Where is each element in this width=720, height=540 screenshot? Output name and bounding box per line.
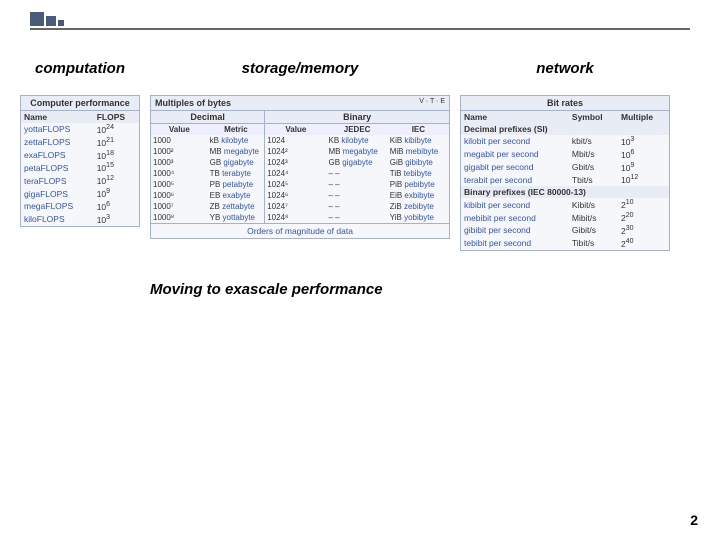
table-row: 1024²MB megabyteMiB mebibyte <box>265 146 449 157</box>
table-row: kibibit per secondKibit/s210 <box>461 198 669 211</box>
table-row: kiloFLOPS103 <box>21 213 139 226</box>
table-row: 1000kB kilobyte <box>151 135 264 146</box>
heading-network: network <box>460 60 670 77</box>
table-row: gigaFLOPS109 <box>21 187 139 200</box>
table-row: mebibit per secondMibit/s220 <box>461 211 669 224</box>
table-row: kilobit per secondkbit/s103 <box>461 135 669 148</box>
decor-squares <box>30 8 64 26</box>
table-row: 1000⁶EB exabyte <box>151 190 264 201</box>
table-row: terabit per secondTbit/s1012 <box>461 173 669 186</box>
table-computer-performance: Computer performance NameFLOPS yottaFLOP… <box>20 95 140 227</box>
rates-title: Bit rates <box>461 96 669 111</box>
col-storage: storage/memory Multiples of bytes V · T … <box>150 60 450 251</box>
table-row: 1000²MB megabyte <box>151 146 264 157</box>
table-row: tebibit per secondTibit/s240 <box>461 237 669 250</box>
slide-header <box>0 0 720 40</box>
table-row: 1024KB kilobyteKiB kibibyte <box>265 135 449 146</box>
table-row: 1024⁴– –TiB tebibyte <box>265 168 449 179</box>
heading-computation: computation <box>20 60 140 77</box>
table-row: megabit per secondMbit/s106 <box>461 148 669 161</box>
table-row: 1024⁷– –ZiB zebibyte <box>265 201 449 212</box>
table-row: 1024³GB gigabyteGiB gibibyte <box>265 157 449 168</box>
table-multiples-of-bytes: Multiples of bytes V · T · E Decimal Val… <box>150 95 450 239</box>
table-row: 1024⁶– –EiB exbibyte <box>265 190 449 201</box>
heading-storage: storage/memory <box>150 60 450 77</box>
col-computation: computation Computer performance NameFLO… <box>20 60 140 251</box>
table-row: 1024⁸– –YiB yobibyte <box>265 212 449 223</box>
rates-dec-head: Decimal prefixes (SI) <box>461 123 669 135</box>
col-network: network Bit rates NameSymbolMultiple Dec… <box>460 60 670 251</box>
table-row: 1000⁴TB terabyte <box>151 168 264 179</box>
table-bit-rates: Bit rates NameSymbolMultiple Decimal pre… <box>460 95 670 251</box>
perf-title: Computer performance <box>21 96 139 111</box>
table-row: exaFLOPS1018 <box>21 149 139 162</box>
bytes-nav: V · T · E <box>419 98 445 108</box>
table-row: 1000⁸YB yottabyte <box>151 212 264 223</box>
table-row: gibibit per secondGibit/s230 <box>461 224 669 237</box>
slide-caption: Moving to exascale performance <box>150 281 720 298</box>
table-row: 1000⁷ZB zettabyte <box>151 201 264 212</box>
table-row: gigabit per secondGbit/s109 <box>461 161 669 174</box>
table-row: megaFLOPS106 <box>21 200 139 213</box>
table-row: 1000³GB gigabyte <box>151 157 264 168</box>
rates-bin-head: Binary prefixes (IEC 80000-13) <box>461 186 669 198</box>
table-row: zettaFLOPS1021 <box>21 136 139 149</box>
table-row: 1000⁵PB petabyte <box>151 179 264 190</box>
page-number: 2 <box>690 512 698 528</box>
table-row: yottaFLOPS1024 <box>21 123 139 136</box>
table-row: teraFLOPS1012 <box>21 174 139 187</box>
table-row: 1024⁵– –PiB pebibyte <box>265 179 449 190</box>
bytes-title: Multiples of bytes <box>155 98 231 108</box>
header-underline <box>30 28 690 30</box>
table-row: petaFLOPS1015 <box>21 161 139 174</box>
bytes-footer-link[interactable]: Orders of magnitude of data <box>247 226 353 236</box>
